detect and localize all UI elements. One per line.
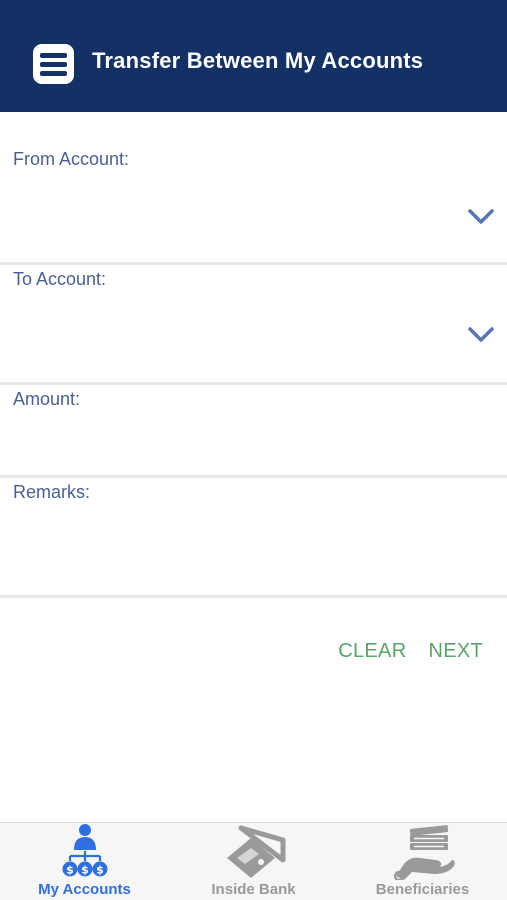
app-header: Transfer Between My Accounts — [0, 0, 507, 112]
amount-label: Amount: — [13, 389, 81, 409]
tab-beneficiaries-label: Beneficiaries — [375, 881, 470, 898]
next-button[interactable]: NEXT — [428, 640, 483, 663]
chevron-down-icon[interactable] — [467, 325, 495, 345]
tab-inside-bank[interactable]: Inside Bank — [169, 823, 338, 900]
tab-my-accounts[interactable]: $ $ $ My Accounts — [0, 823, 169, 900]
to-account-label: To Account: — [13, 269, 107, 289]
svg-text:$: $ — [81, 864, 89, 877]
clear-button[interactable]: CLEAR — [338, 640, 406, 663]
form-actions: CLEAR NEXT — [338, 640, 483, 663]
amount-field[interactable]: Amount: — [0, 385, 507, 478]
hamburger-menu-icon[interactable] — [33, 44, 74, 84]
tab-beneficiaries[interactable]: Beneficiaries — [338, 823, 507, 900]
from-account-select[interactable]: From Account: — [0, 112, 507, 265]
inside-bank-icon — [226, 825, 285, 878]
from-account-label: From Account: — [13, 149, 130, 169]
chevron-down-icon[interactable] — [467, 207, 495, 227]
svg-text:$: $ — [96, 864, 104, 877]
tab-inside-bank-label: Inside Bank — [211, 881, 296, 898]
transfer-screen: Transfer Between My Accounts From Accoun… — [0, 0, 507, 900]
beneficiaries-icon — [393, 825, 455, 880]
remarks-label: Remarks: — [13, 482, 91, 502]
to-account-select[interactable]: To Account: — [0, 265, 507, 385]
bottom-tab-bar: $ $ $ My Accounts Inside Bank Beneficiar… — [0, 822, 507, 900]
my-accounts-icon: $ $ $ — [62, 824, 107, 877]
svg-text:$: $ — [66, 864, 74, 877]
tab-my-accounts-label: My Accounts — [38, 881, 131, 898]
page-title: Transfer Between My Accounts — [92, 48, 424, 73]
remarks-field[interactable]: Remarks: — [0, 478, 507, 598]
